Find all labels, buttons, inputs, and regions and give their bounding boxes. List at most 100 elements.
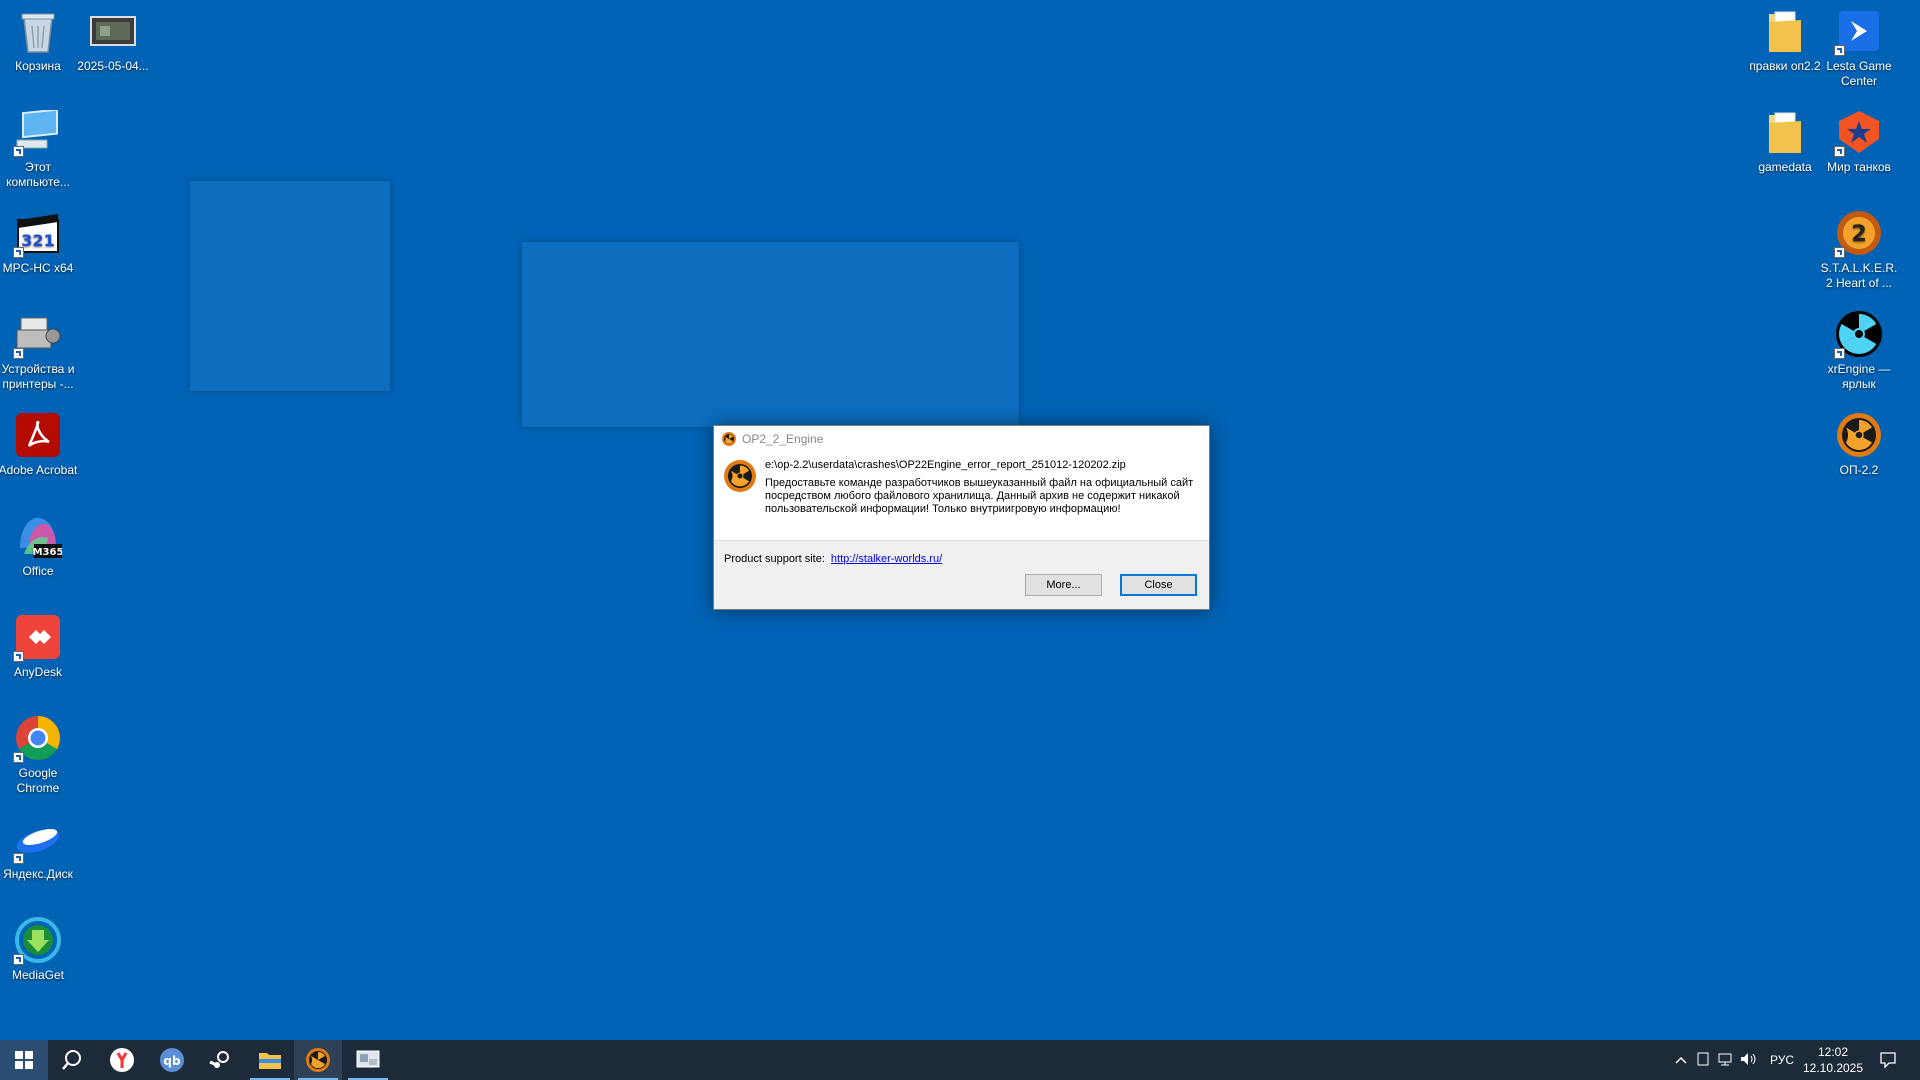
crash-report-dialog[interactable]: OP2_2_Engine e:\op-2.2\userdata\crashes\… (713, 425, 1210, 610)
desktop-icon-label: xrEngine — ярлык (1827, 362, 1891, 391)
desktop-icon-label: Устройства и принтеры -... (1, 362, 75, 391)
yandex-disk-icon (16, 829, 60, 853)
taskbar-crash-reporter[interactable] (344, 1040, 392, 1080)
shortcut-arrow-icon (1834, 348, 1845, 359)
shortcut-arrow-icon (13, 348, 24, 359)
crash-reporter-icon (356, 1050, 380, 1068)
desktop-icon-label: Этот компьюте... (6, 160, 70, 189)
radiation-icon (724, 460, 756, 492)
desktop-icon-anydesk[interactable]: AnyDesk (0, 612, 80, 680)
notification-icon (1880, 1052, 1896, 1069)
shortcut-arrow-icon (13, 752, 24, 763)
crash-report-path: e:\op-2.2\userdata\crashes\OP22Engine_er… (765, 459, 1126, 471)
taskbar: qb РУС 12:02 12.10.2025 (0, 1040, 1920, 1080)
desktop-icon-mediaget[interactable]: MediaGet (0, 915, 80, 983)
shortcut-arrow-icon (13, 247, 24, 258)
desktop-icon-adobe-acrobat[interactable]: Adobe Acrobat (0, 410, 80, 478)
desktop-icon-mpc-hc[interactable]: 321 MPC-HC x64 (0, 208, 80, 276)
desktop-icon-label: gamedata (1758, 160, 1812, 174)
acrobat-icon (16, 413, 60, 457)
desktop-icon-label: Adobe Acrobat (0, 463, 78, 477)
crash-report-message: Предоставьте команде разработчиков вышеу… (765, 477, 1194, 515)
tray-volume-icon[interactable] (1736, 1052, 1762, 1069)
desktop-icon-op22[interactable]: ОП-2.2 (1817, 410, 1901, 478)
desktop-icon-stalker2[interactable]: 2 S.T.A.L.K.E.R. 2 Heart of ... (1817, 208, 1901, 291)
desktop-icon-folder-gamedata[interactable]: gamedata (1743, 107, 1827, 175)
shortcut-arrow-icon (13, 853, 24, 864)
folder-icon (1769, 11, 1801, 52)
dialog-title: OP2_2_Engine (742, 432, 824, 446)
desktop-icon-label: Яндекс.Диск (3, 867, 73, 881)
taskbar-op22-engine[interactable] (294, 1040, 342, 1080)
desktop-icon-mir-tankov[interactable]: Мир танков (1817, 107, 1901, 175)
shortcut-arrow-icon (13, 954, 24, 965)
taskbar-file-explorer[interactable] (246, 1040, 294, 1080)
desktop-icon-label: MPC-HC x64 (2, 261, 74, 275)
start-icon (15, 1051, 33, 1069)
desktop-icon-office[interactable]: M365 Office (0, 511, 80, 579)
search-icon (62, 1050, 81, 1070)
clock-time: 12:02 (1817, 1045, 1849, 1059)
tray-clock[interactable]: 12:02 12.10.2025 (1796, 1044, 1870, 1076)
shortcut-arrow-icon (13, 651, 24, 662)
desktop-icon-label: правки оп2.2 (1749, 59, 1821, 73)
shortcut-arrow-icon (1834, 45, 1845, 56)
tray-network-icon[interactable] (1714, 1052, 1736, 1069)
desktop-icon-label: 2025-05-04... (77, 59, 149, 73)
op22-engine-icon (306, 1048, 330, 1072)
window-ghost (190, 181, 390, 391)
shortcut-arrow-icon (13, 146, 24, 157)
svg-text:qb: qb (163, 1054, 181, 1068)
taskbar-steam[interactable] (196, 1040, 244, 1080)
desktop-icon-label: Google Chrome (16, 766, 60, 795)
desktop-icon-label: Office (22, 564, 54, 578)
desktop-icon-this-pc[interactable]: Этот компьюте... (0, 107, 80, 190)
shortcut-arrow-icon (1834, 247, 1845, 258)
clock-date: 12.10.2025 (1802, 1061, 1864, 1075)
tray-tablet-icon[interactable] (1692, 1052, 1714, 1069)
qbittorrent-icon: qb (160, 1048, 184, 1072)
desktop-icon-yandex-disk[interactable]: Яндекс.Диск (0, 814, 80, 882)
desktop-icon-xrengine[interactable]: xrEngine — ярлык (1817, 309, 1901, 392)
folder-icon (1769, 112, 1801, 153)
more-button[interactable]: More... (1025, 574, 1102, 596)
desktop-icon-lesta-game-center[interactable]: Lesta Game Center (1817, 6, 1901, 89)
svg-text:2: 2 (1851, 222, 1866, 247)
start-button[interactable] (0, 1040, 48, 1080)
taskbar-search-button[interactable] (48, 1040, 96, 1080)
support-site-row: Product support site: http://stalker-worl… (724, 553, 942, 565)
office-badge: M365 (33, 547, 62, 558)
image-file-icon (90, 16, 136, 46)
dialog-titlebar[interactable]: OP2_2_Engine (714, 426, 1209, 452)
taskbar-yandex-browser[interactable] (98, 1040, 146, 1080)
recycle-bin-icon (21, 13, 55, 53)
shortcut-arrow-icon (1834, 146, 1845, 157)
close-button[interactable]: Close (1120, 574, 1197, 596)
dialog-content: e:\op-2.2\userdata\crashes\OP22Engine_er… (714, 452, 1209, 541)
yandex-browser-icon (110, 1048, 134, 1072)
op22-icon (1837, 413, 1881, 457)
taskbar-qbittorrent[interactable]: qb (148, 1040, 196, 1080)
action-center-button[interactable] (1864, 1040, 1912, 1080)
file-explorer-icon (259, 1053, 281, 1069)
support-site-link[interactable]: http://stalker-worlds.ru/ (831, 553, 942, 565)
desktop-icon-label: ОП-2.2 (1839, 463, 1879, 477)
window-ghost (522, 242, 1019, 427)
desktop-icon-label: Lesta Game Center (1826, 59, 1892, 88)
desktop-icon-recycle-bin[interactable]: Корзина (0, 6, 80, 74)
desktop-icon-label: S.T.A.L.K.E.R. 2 Heart of ... (1820, 261, 1898, 290)
desktop-icon-image-file[interactable]: 2025-05-04... (71, 6, 155, 74)
desktop-icon-google-chrome[interactable]: Google Chrome (0, 713, 80, 796)
desktop-icon-label: MediaGet (11, 968, 65, 982)
steam-icon (209, 1051, 229, 1068)
system-tray: РУС (1670, 1040, 1802, 1080)
office-icon: M365 (20, 517, 62, 558)
svg-text:321: 321 (21, 231, 54, 250)
desktop-icon-folder-pravki[interactable]: правки оп2.2 (1743, 6, 1827, 74)
desktop-icon-devices-printers[interactable]: Устройства и принтеры -... (0, 309, 80, 392)
desktop: Корзина 2025-05-04... Этот компьюте... 3… (0, 0, 1920, 1040)
support-site-label: Product support site: (724, 553, 825, 565)
desktop-icon-label: Корзина (15, 59, 61, 73)
tray-chevron-up-icon[interactable] (1670, 1053, 1692, 1067)
desktop-icon-label: Мир танков (1827, 160, 1891, 174)
